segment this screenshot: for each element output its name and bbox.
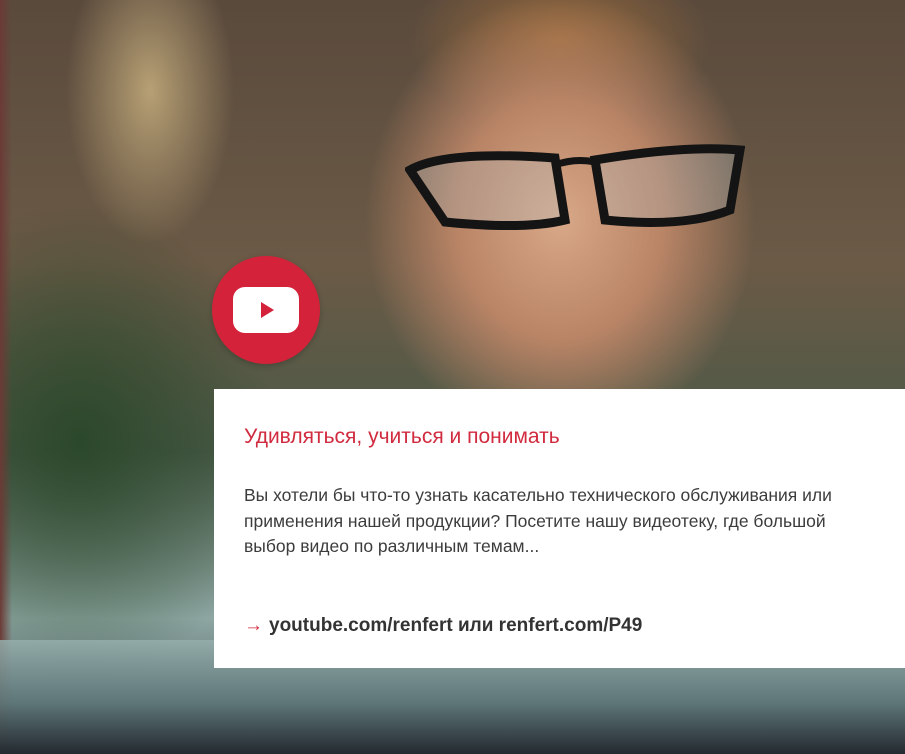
play-icon bbox=[261, 302, 274, 318]
info-card: Удивляться, учиться и понимать Вы хотели… bbox=[214, 389, 905, 668]
glasses-illustration bbox=[405, 144, 745, 231]
video-library-link[interactable]: → youtube.com/renfert или renfert.com/P49 bbox=[244, 615, 642, 637]
arrow-right-icon: → bbox=[244, 615, 263, 636]
card-title: Удивляться, учиться и понимать bbox=[244, 425, 560, 448]
card-description: Вы хотели бы что-то узнать касательно те… bbox=[244, 485, 832, 556]
youtube-logo-icon bbox=[233, 287, 299, 333]
youtube-play-badge[interactable] bbox=[212, 256, 320, 364]
link-label: youtube.com/renfert или renfert.com/P49 bbox=[269, 615, 643, 636]
